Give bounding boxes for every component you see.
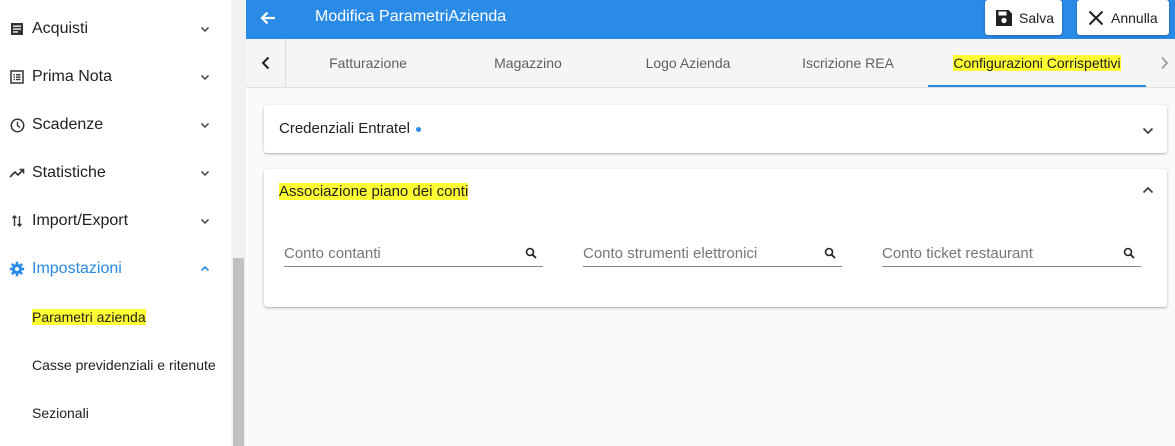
- gear-icon: [9, 261, 25, 277]
- sidebar-item-label: Impostazioni: [32, 260, 122, 277]
- tab-label: Iscrizione REA: [802, 55, 894, 71]
- receipt-icon: [9, 21, 25, 37]
- status-dot: [415, 126, 421, 132]
- chevron-down-icon: [200, 26, 210, 33]
- tab-label: Fatturazione: [329, 55, 407, 71]
- panel-credenziali-entratel[interactable]: Credenziali Entratel: [264, 105, 1167, 153]
- clock-icon: [9, 117, 25, 133]
- sidebar-scroll-thumb[interactable]: [233, 258, 244, 446]
- tab-scroll-next[interactable]: [1153, 39, 1175, 87]
- search-icon[interactable]: [1123, 247, 1135, 259]
- active-tab-indicator: [928, 85, 1146, 87]
- conto-ticket-restaurant-field: [882, 241, 1141, 267]
- swap-vert-icon: [9, 213, 25, 229]
- sidebar: Acquisti Prima Nota Scadenze Statistiche…: [0, 0, 231, 446]
- save-button[interactable]: Salva: [985, 0, 1062, 35]
- sidebar-subitem-parametri-azienda[interactable]: Parametri azienda: [0, 299, 231, 335]
- tab-label: Configurazioni Corrispettivi: [953, 55, 1121, 71]
- panel-associazione-piano-conti: Associazione piano dei conti: [264, 169, 1167, 307]
- chevron-right-icon: [1161, 56, 1169, 70]
- back-arrow-icon[interactable]: [258, 8, 278, 28]
- sidebar-item-label: Prima Nota: [32, 68, 113, 85]
- cancel-button-label: Annulla: [1111, 9, 1158, 26]
- tab-label: Logo Azienda: [645, 55, 731, 71]
- sidebar-item-label: Statistiche: [32, 164, 106, 181]
- tab-iscrizione-rea[interactable]: Iscrizione REA: [770, 39, 926, 87]
- sidebar-item-prima-nota[interactable]: Prima Nota: [0, 57, 231, 97]
- sidebar-item-scadenze[interactable]: Scadenze: [0, 105, 231, 145]
- conto-contanti-input[interactable]: [284, 241, 519, 265]
- trending-up-icon: [9, 165, 25, 181]
- chevron-up-icon[interactable]: [1141, 183, 1155, 197]
- chevron-down-icon: [200, 170, 210, 177]
- sidebar-item-impostazioni[interactable]: Impostazioni: [0, 249, 231, 289]
- panel-title: Associazione piano dei conti: [279, 183, 469, 200]
- chevron-down-icon: [200, 74, 210, 81]
- chevron-down-icon: [200, 218, 210, 225]
- list-icon: [9, 69, 25, 85]
- save-icon: [996, 9, 1012, 26]
- sidebar-subitem-label: Casse previdenziali e ritenute: [32, 357, 216, 373]
- search-icon[interactable]: [525, 247, 537, 259]
- sidebar-item-label: Scadenze: [32, 116, 104, 133]
- tab-scroll-prev[interactable]: [246, 39, 286, 87]
- save-button-label: Salva: [1019, 9, 1055, 26]
- sidebar-subitem-label: Sezionali: [32, 405, 89, 421]
- panel-title: Credenziali Entratel: [279, 120, 421, 137]
- cancel-button[interactable]: Annulla: [1077, 0, 1169, 35]
- app-header: Modifica ParametriAzienda Salva Annulla: [246, 0, 1175, 39]
- sidebar-item-acquisti[interactable]: Acquisti: [0, 9, 231, 49]
- search-icon[interactable]: [824, 247, 836, 259]
- chevron-down-icon[interactable]: [1141, 124, 1155, 138]
- close-icon: [1088, 10, 1104, 25]
- page-title: Modifica ParametriAzienda: [315, 8, 507, 25]
- tab-magazzino[interactable]: Magazzino: [450, 39, 606, 87]
- conto-strumenti-elettronici-input[interactable]: [583, 241, 818, 265]
- tab-bar: Fatturazione Magazzino Logo Azienda Iscr…: [246, 39, 1175, 88]
- sidebar-subitem-sezionali[interactable]: Sezionali: [0, 395, 231, 431]
- conto-contanti-field: [284, 241, 543, 267]
- chevron-up-icon: [200, 265, 210, 272]
- chevron-down-icon: [200, 122, 210, 129]
- panel-title-text: Credenziali Entratel: [279, 120, 410, 137]
- sidebar-item-label: Acquisti: [32, 20, 89, 37]
- sidebar-item-label: Import/Export: [32, 212, 129, 229]
- conto-ticket-restaurant-input[interactable]: [882, 241, 1117, 265]
- tab-label: Magazzino: [494, 55, 562, 71]
- sidebar-item-import-export[interactable]: Import/Export: [0, 201, 231, 241]
- tab-logo-azienda[interactable]: Logo Azienda: [610, 39, 766, 87]
- chevron-left-icon: [261, 56, 269, 70]
- sidebar-subitem-casse-previdenziali[interactable]: Casse previdenziali e ritenute: [0, 347, 231, 383]
- conto-strumenti-elettronici-field: [583, 241, 842, 267]
- sidebar-item-statistiche[interactable]: Statistiche: [0, 153, 231, 193]
- tab-fatturazione[interactable]: Fatturazione: [290, 39, 446, 87]
- tab-configurazioni-corrispettivi[interactable]: Configurazioni Corrispettivi: [928, 39, 1146, 87]
- sidebar-subitem-label: Parametri azienda: [32, 309, 146, 325]
